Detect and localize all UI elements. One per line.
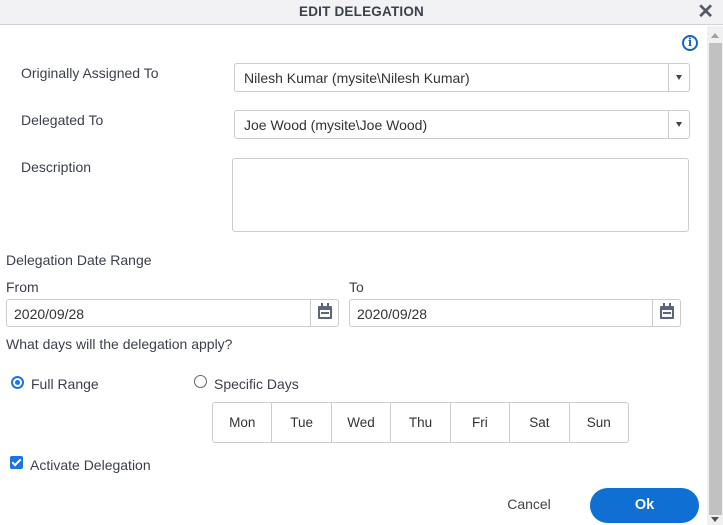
delegated-to-value: Joe Wood (mysite\Joe Wood) bbox=[244, 117, 428, 133]
activate-delegation-label[interactable]: Activate Delegation bbox=[30, 457, 151, 473]
title-bar: EDIT DELEGATION ✕ bbox=[0, 0, 723, 25]
close-icon[interactable]: ✕ bbox=[697, 2, 714, 22]
to-date-input[interactable]: 2020/09/28 bbox=[349, 299, 681, 327]
to-label: To bbox=[349, 279, 364, 295]
day-button-tue[interactable]: Tue bbox=[272, 403, 332, 442]
originally-assigned-label: Originally Assigned To bbox=[21, 65, 159, 81]
activate-delegation-checkbox[interactable] bbox=[10, 456, 23, 469]
from-label: From bbox=[6, 279, 39, 295]
day-button-sun[interactable]: Sun bbox=[570, 403, 628, 442]
to-calendar-button[interactable] bbox=[652, 300, 680, 326]
cancel-button[interactable]: Cancel bbox=[497, 496, 561, 516]
chevron-down-icon[interactable] bbox=[668, 64, 689, 91]
ok-button[interactable]: Ok bbox=[590, 488, 699, 523]
vertical-scrollbar[interactable] bbox=[707, 26, 723, 525]
day-button-wed[interactable]: Wed bbox=[332, 403, 392, 442]
date-range-label: Delegation Date Range bbox=[6, 252, 152, 268]
calendar-icon bbox=[318, 303, 332, 319]
chevron-down-icon[interactable] bbox=[668, 111, 689, 138]
delegated-to-select[interactable]: Joe Wood (mysite\Joe Wood) bbox=[234, 110, 690, 139]
scroll-up-arrow-icon[interactable] bbox=[711, 33, 719, 38]
info-icon[interactable]: i bbox=[682, 35, 698, 51]
full-range-radio[interactable] bbox=[11, 376, 24, 389]
from-calendar-button[interactable] bbox=[310, 300, 338, 326]
day-button-fri[interactable]: Fri bbox=[451, 403, 511, 442]
dialog-title: EDIT DELEGATION bbox=[298, 4, 424, 19]
scroll-down-arrow-icon[interactable] bbox=[711, 517, 719, 522]
day-selector: Mon Tue Wed Thu Fri Sat Sun bbox=[212, 402, 629, 443]
from-date-input[interactable]: 2020/09/28 bbox=[6, 299, 339, 327]
full-range-label[interactable]: Full Range bbox=[31, 376, 99, 392]
scroll-thumb[interactable] bbox=[709, 43, 722, 515]
calendar-icon bbox=[660, 303, 674, 319]
day-button-sat[interactable]: Sat bbox=[510, 403, 570, 442]
description-textarea[interactable] bbox=[232, 158, 689, 232]
description-label: Description bbox=[21, 159, 92, 175]
to-date-value: 2020/09/28 bbox=[357, 306, 428, 322]
originally-assigned-value: Nilesh Kumar (mysite\Nilesh Kumar) bbox=[244, 70, 470, 86]
days-question-label: What days will the delegation apply? bbox=[6, 336, 233, 352]
delegated-to-label: Delegated To bbox=[21, 112, 104, 128]
specific-days-label[interactable]: Specific Days bbox=[214, 376, 299, 392]
day-button-thu[interactable]: Thu bbox=[391, 403, 451, 442]
from-date-value: 2020/09/28 bbox=[14, 306, 85, 322]
day-button-mon[interactable]: Mon bbox=[213, 403, 273, 442]
edit-delegation-dialog: EDIT DELEGATION ✕ i Originally Assigned … bbox=[0, 0, 723, 525]
specific-days-radio[interactable] bbox=[194, 375, 207, 388]
originally-assigned-select[interactable]: Nilesh Kumar (mysite\Nilesh Kumar) bbox=[234, 63, 690, 92]
